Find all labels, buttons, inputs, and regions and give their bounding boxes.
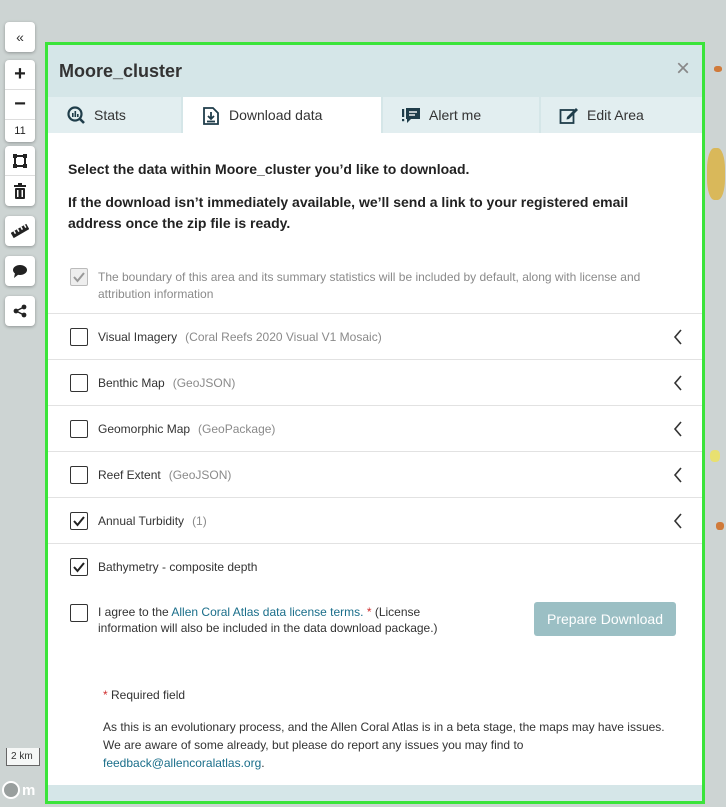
visual-imagery-checkbox[interactable] bbox=[70, 327, 88, 346]
chevron-left-icon[interactable] bbox=[672, 512, 684, 530]
dataset-label: Benthic Map bbox=[98, 375, 165, 390]
share-button[interactable] bbox=[5, 296, 35, 326]
alert-icon bbox=[402, 108, 420, 123]
tab-download-label: Download data bbox=[229, 107, 323, 123]
dataset-label: Bathymetry - composite depth bbox=[98, 560, 258, 574]
chevrons-left-icon: « bbox=[16, 29, 24, 45]
geomorphic-map-checkbox[interactable] bbox=[70, 419, 88, 438]
intro-text: Select the data within Moore_cluster you… bbox=[48, 133, 702, 234]
dataset-detail: (GeoJSON) bbox=[172, 375, 236, 390]
license-agree-text: I agree to the Allen Coral Atlas data li… bbox=[98, 604, 458, 686]
collapse-sidebar-button[interactable]: « bbox=[5, 22, 35, 52]
measure-button[interactable] bbox=[5, 216, 35, 246]
plus-icon: + bbox=[14, 63, 26, 85]
beta-notice-text: As this is an evolutionary process, and … bbox=[103, 720, 665, 752]
required-field-note: * Required field bbox=[103, 686, 682, 704]
panel-footer: * Required field As this is an evolution… bbox=[48, 686, 702, 772]
dataset-detail: (GeoPackage) bbox=[198, 421, 276, 436]
map-reef-marking bbox=[716, 522, 724, 530]
agree-prefix: I agree to the bbox=[98, 605, 172, 619]
dataset-detail: (Coral Reefs 2020 Visual V1 Mosaic) bbox=[185, 329, 382, 344]
download-icon bbox=[203, 107, 219, 125]
dataset-label: Annual Turbidity bbox=[98, 513, 185, 528]
map-scale-bar: 2 km bbox=[6, 748, 40, 766]
prepare-download-button[interactable]: Prepare Download bbox=[534, 602, 676, 636]
chevron-left-icon[interactable] bbox=[672, 328, 684, 346]
required-label: Required field bbox=[107, 688, 186, 702]
dataset-row-bathymetry[interactable]: Bathymetry - composite depth bbox=[48, 544, 702, 590]
intro-line-email: If the download isn’t immediately availa… bbox=[68, 194, 629, 231]
dataset-detail: (GeoJSON) bbox=[168, 467, 232, 482]
beta-notice-end: . bbox=[261, 756, 265, 770]
area-panel: Moore_cluster × Stats Download data Aler… bbox=[45, 42, 705, 804]
chevron-left-icon[interactable] bbox=[672, 420, 684, 438]
logo-circle-icon bbox=[2, 781, 20, 799]
share-icon bbox=[13, 304, 27, 318]
panel-title: Moore_cluster bbox=[59, 60, 183, 81]
speech-bubble-icon bbox=[13, 265, 27, 278]
zoom-control: + − 11 bbox=[5, 60, 35, 142]
dataset-row-annual-turbidity[interactable]: Annual Turbidity (1) bbox=[48, 498, 702, 544]
license-agreement-row: I agree to the Allen Coral Atlas data li… bbox=[48, 590, 702, 686]
benthic-map-checkbox[interactable] bbox=[70, 373, 88, 392]
checkmark-icon bbox=[73, 562, 85, 573]
license-terms-link[interactable]: Allen Coral Atlas data license terms. bbox=[171, 605, 363, 619]
scale-label: 2 km bbox=[11, 751, 33, 762]
tab-download-data[interactable]: Download data bbox=[183, 97, 381, 133]
map-attribution-logo: m bbox=[2, 779, 47, 801]
logo-text: m bbox=[22, 781, 36, 799]
dataset-label: Reef Extent bbox=[98, 467, 161, 482]
beta-notice: As this is an evolutionary process, and … bbox=[103, 718, 682, 772]
panel-bottom-band bbox=[48, 785, 702, 801]
tab-alert-label: Alert me bbox=[429, 107, 482, 123]
map-reef-marking bbox=[707, 148, 725, 200]
dataset-label: Geomorphic Map bbox=[98, 421, 191, 436]
trash-icon bbox=[14, 183, 26, 199]
license-agree-checkbox[interactable] bbox=[70, 604, 88, 622]
delete-area-button[interactable] bbox=[5, 176, 35, 206]
zoom-in-button[interactable]: + bbox=[5, 60, 35, 90]
annual-turbidity-checkbox[interactable] bbox=[70, 511, 88, 530]
chevron-left-icon[interactable] bbox=[672, 466, 684, 484]
dataset-row-geomorphic-map[interactable]: Geomorphic Map (GeoPackage) bbox=[48, 406, 702, 452]
ruler-icon bbox=[11, 223, 29, 239]
close-button[interactable]: × bbox=[676, 57, 690, 81]
download-content: Select the data within Moore_cluster you… bbox=[48, 133, 702, 772]
tab-stats[interactable]: Stats bbox=[48, 97, 181, 133]
tab-stats-label: Stats bbox=[94, 107, 126, 123]
bathymetry-checkbox[interactable] bbox=[70, 558, 88, 576]
draw-control bbox=[5, 146, 35, 206]
map-reef-marking bbox=[714, 66, 722, 72]
dataset-label: Visual Imagery bbox=[98, 329, 178, 344]
dataset-row-benthic-map[interactable]: Benthic Map (GeoJSON) bbox=[48, 360, 702, 406]
edit-icon bbox=[559, 108, 578, 124]
dataset-row-visual-imagery[interactable]: Visual Imagery (Coral Reefs 2020 Visual … bbox=[48, 314, 702, 360]
agree-required-star: * bbox=[363, 605, 372, 619]
dataset-detail: (1) bbox=[192, 513, 207, 528]
stats-icon bbox=[67, 106, 85, 124]
feedback-button[interactable] bbox=[5, 256, 35, 286]
minus-icon: − bbox=[14, 93, 26, 115]
tab-edit-label: Edit Area bbox=[587, 107, 644, 123]
default-included-text: The boundary of this area and its summar… bbox=[98, 270, 641, 301]
zoom-level-indicator: 11 bbox=[5, 120, 35, 142]
checkmark-icon bbox=[73, 515, 85, 527]
default-included-row: The boundary of this area and its summar… bbox=[48, 244, 702, 314]
dataset-row-reef-extent[interactable]: Reef Extent (GeoJSON) bbox=[48, 452, 702, 498]
tab-alert-me[interactable]: Alert me bbox=[383, 97, 539, 133]
zoom-level-value: 11 bbox=[14, 125, 26, 137]
intro-line-select: Select the data within Moore_cluster you… bbox=[68, 161, 470, 177]
reef-extent-checkbox[interactable] bbox=[70, 465, 88, 484]
checkmark-icon bbox=[73, 272, 85, 283]
panel-header: Moore_cluster × bbox=[48, 45, 702, 97]
panel-tabs: Stats Download data Alert me Edit Area bbox=[48, 97, 702, 133]
feedback-email-link[interactable]: feedback@allencoralatlas.org bbox=[103, 756, 261, 770]
tab-edit-area[interactable]: Edit Area bbox=[541, 97, 702, 133]
polygon-draw-icon bbox=[13, 153, 27, 168]
zoom-out-button[interactable]: − bbox=[5, 90, 35, 120]
chevron-left-icon[interactable] bbox=[672, 374, 684, 392]
map-reef-marking bbox=[710, 450, 720, 462]
draw-area-button[interactable] bbox=[5, 146, 35, 176]
default-included-checkbox bbox=[70, 268, 88, 286]
